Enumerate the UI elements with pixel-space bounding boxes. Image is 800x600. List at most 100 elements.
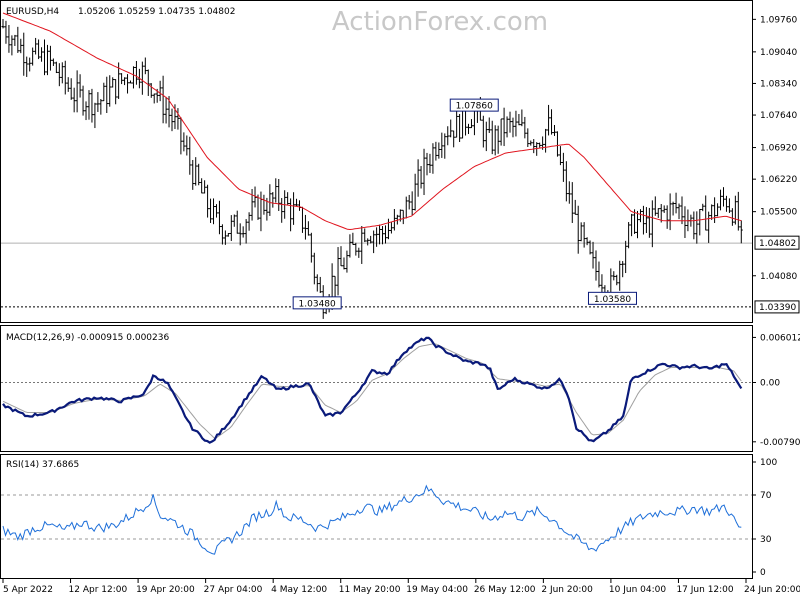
ohlc-bar: [295, 198, 299, 207]
ohlc-bar: [431, 143, 435, 174]
ohlc-bar: [570, 182, 574, 223]
price-ytick-label: 1.09040: [760, 48, 797, 58]
ohlc-bar: [152, 93, 156, 104]
ohlc-bar: [235, 210, 239, 234]
ohlc-bar: [274, 178, 278, 203]
ohlc-bar: [16, 26, 20, 53]
ohlc-bar: [407, 194, 411, 210]
ohlc-bar: [140, 61, 144, 95]
ohlc-bar: [280, 198, 284, 223]
ohlc-bar: [333, 275, 337, 297]
ohlc-bar: [458, 113, 462, 142]
ohlc-bar: [60, 62, 64, 84]
macd-ytick-label: 0.006012: [760, 333, 800, 343]
ohlc-bar: [567, 181, 571, 204]
ohlc-bar: [214, 204, 218, 218]
ohlc-bar: [428, 153, 432, 173]
ohlc-bar: [303, 214, 307, 240]
ohlc-bar: [716, 203, 720, 217]
ohlc-bar: [650, 200, 654, 248]
ohlc-bar: [250, 189, 254, 221]
ohlc-bar: [99, 99, 103, 115]
ohlc-bar: [591, 241, 595, 269]
ohlc-label: 1.05206 1.05259 1.04735 1.04802: [78, 7, 235, 17]
ohlc-bar: [392, 208, 396, 231]
ohlc-bar: [360, 226, 364, 264]
price-annotation: 1.03480: [292, 296, 342, 310]
ohlc-bar: [217, 200, 221, 235]
ohlc-bar: [481, 115, 485, 148]
macd-ytick-label: 0.00: [760, 379, 780, 389]
ohlc-bar: [724, 195, 728, 212]
ohlc-bar: [72, 87, 76, 113]
ohlc-bar: [573, 199, 577, 215]
ohlc-bar: [336, 247, 340, 296]
macd-panel-frame: [0, 325, 753, 452]
ohlc-bar: [120, 73, 124, 85]
ohlc-bar: [511, 117, 515, 138]
rsi-ytick-label: 30: [760, 535, 772, 545]
ohlc-bar: [114, 79, 118, 105]
ohlc-bar: [627, 222, 631, 249]
ohlc-bar: [123, 77, 127, 86]
ohlc-bar: [84, 101, 88, 121]
ohlc-bar: [386, 218, 390, 240]
ohlc-bar: [550, 109, 554, 135]
ohlc-bar: [443, 133, 447, 159]
ohlc-bar: [158, 80, 162, 102]
rsi-ytick-label: 70: [760, 491, 772, 501]
macd-title: MACD(12,26,9) -0.000915 0.000236: [6, 333, 169, 343]
ohlc-bar: [126, 74, 130, 94]
ohlc-bar: [105, 76, 109, 113]
ohlc-bar: [229, 215, 233, 241]
ohlc-bar: [203, 180, 207, 194]
x-tick-label: 24 Jun 20:00: [744, 585, 800, 595]
ohlc-bar: [342, 257, 346, 270]
x-tick-label: 19 May 04:00: [406, 585, 468, 595]
ohlc-bar: [404, 196, 408, 219]
ohlc-bar: [292, 192, 296, 225]
ohlc-bar: [727, 198, 731, 213]
ohlc-bar: [579, 222, 583, 242]
ohlc-bar: [220, 224, 224, 245]
ohlc-bar: [363, 228, 367, 243]
x-tick-label: 17 Jun 12:00: [676, 585, 733, 595]
ohlc-bar: [378, 224, 382, 245]
ohlc-bar: [674, 192, 678, 214]
ohlc-bar: [680, 196, 684, 225]
ohlc-bar: [182, 132, 186, 152]
ohlc-bar: [87, 90, 91, 120]
price-panel-frame: [0, 0, 753, 323]
ohlc-bar: [671, 201, 675, 216]
x-tick-label: 2 Jun 20:00: [541, 585, 593, 595]
ohlc-bar: [369, 235, 373, 244]
ohlc-bar: [102, 82, 106, 102]
ohlc-bar: [446, 126, 450, 146]
ohlc-bar: [677, 203, 681, 220]
ohlc-bar: [496, 125, 500, 154]
ohlc-bar: [146, 69, 150, 96]
ohlc-bar: [469, 119, 473, 129]
ohlc-bar: [259, 191, 263, 232]
ohlc-bar: [31, 47, 35, 66]
ohlc-bar: [440, 132, 444, 158]
ohlc-bar: [422, 148, 426, 196]
ohlc-bar: [434, 141, 438, 161]
ohlc-bar: [585, 237, 589, 246]
ohlc-bar: [96, 92, 100, 112]
ohlc-bar: [48, 45, 52, 71]
ohlc-bar: [81, 85, 85, 116]
ohlc-bar: [200, 178, 204, 194]
ohlc-bar: [455, 107, 459, 138]
rsi-title: RSI(14) 37.6865: [6, 460, 79, 470]
ohlc-bar: [517, 114, 521, 126]
ohlc-bar: [668, 193, 672, 231]
price-ytick-label: 1.06920: [760, 144, 797, 154]
ohlc-bar: [552, 124, 556, 136]
ohlc-bar: [348, 234, 352, 258]
ohlc-bar: [66, 77, 70, 92]
ohlc-bar: [381, 226, 385, 245]
ohlc-bar: [520, 109, 524, 127]
ohlc-bar: [526, 128, 530, 148]
ohlc-bar: [271, 192, 275, 208]
